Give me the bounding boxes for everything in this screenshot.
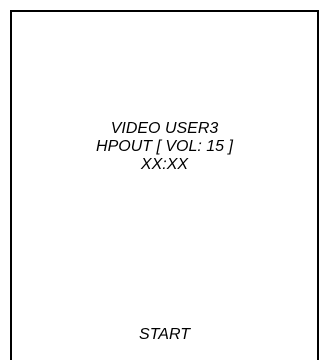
time-label: XX:XX [140, 156, 189, 173]
start-button[interactable]: START [12, 326, 317, 344]
output-volume-label: HPOUT [ VOL: 15 ] [96, 138, 233, 155]
mode-label: VIDEO USER3 [110, 120, 219, 137]
status-display: VIDEO USER3 HPOUT [ VOL: 15 ] XX:XX [12, 120, 317, 174]
screen-frame: VIDEO USER3 HPOUT [ VOL: 15 ] XX:XX STAR… [10, 10, 319, 360]
